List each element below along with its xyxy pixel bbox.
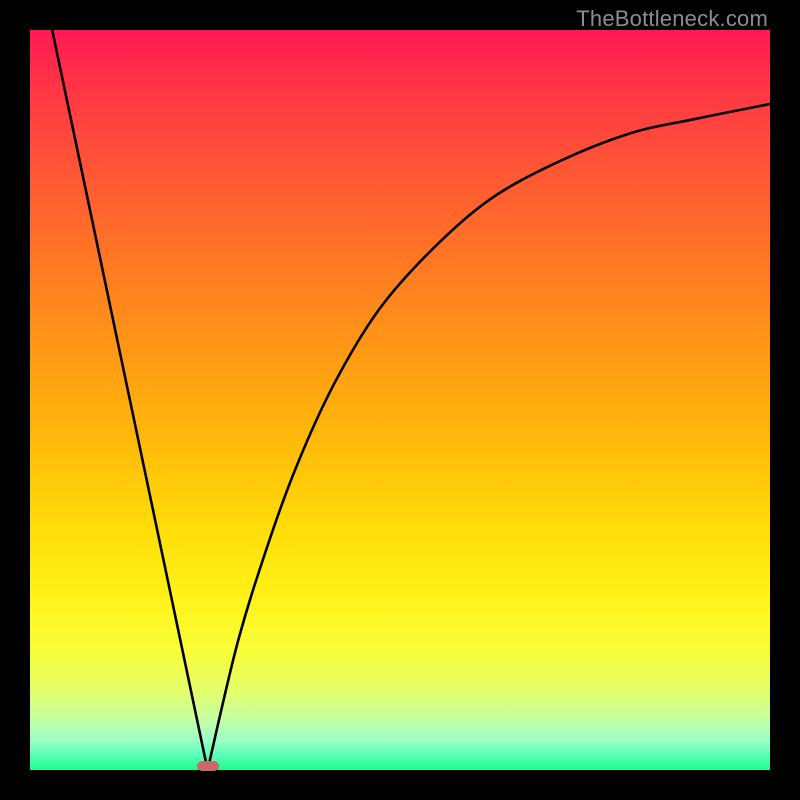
plot-area (30, 30, 770, 770)
curve-svg (30, 30, 770, 770)
optimum-marker (197, 761, 219, 771)
bottleneck-curve (52, 30, 770, 770)
watermark-text: TheBottleneck.com (576, 6, 768, 32)
chart-frame: TheBottleneck.com (0, 0, 800, 800)
